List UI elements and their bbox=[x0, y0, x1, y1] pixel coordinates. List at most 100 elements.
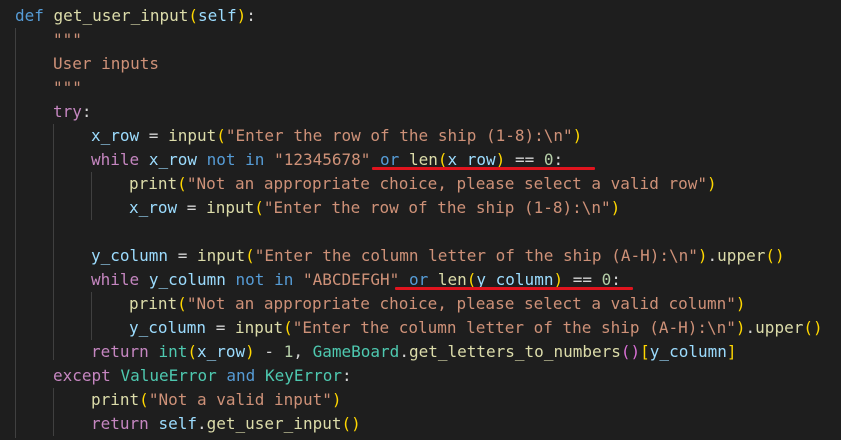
bracket: ] bbox=[726, 342, 737, 361]
code-line-11[interactable]: y_column = input("Enter the column lette… bbox=[91, 244, 785, 268]
docstring: """ bbox=[53, 78, 82, 97]
paren: ) bbox=[774, 246, 785, 265]
code-line-3[interactable]: User inputs bbox=[53, 52, 159, 76]
paren: ( bbox=[177, 294, 187, 313]
paren: ( bbox=[245, 246, 255, 265]
operator: = bbox=[168, 246, 197, 265]
bracket: [ bbox=[640, 342, 650, 361]
class-name: GameBoard bbox=[312, 342, 400, 361]
dot: . bbox=[196, 414, 207, 433]
indent-guide bbox=[91, 292, 92, 340]
keyword-return: return bbox=[91, 342, 149, 361]
colon: : bbox=[342, 366, 352, 385]
paren: ( bbox=[139, 390, 149, 409]
string: "Enter the column letter of the ship (A-… bbox=[292, 318, 736, 337]
code-line-18[interactable]: return self.get_user_input() bbox=[91, 412, 361, 436]
variable: x_row bbox=[196, 342, 246, 361]
indent-guide bbox=[53, 388, 54, 436]
paren: ) bbox=[610, 198, 621, 217]
keyword-while: while bbox=[91, 150, 140, 169]
keyword-not: not bbox=[235, 270, 265, 289]
docstring: """ bbox=[53, 30, 82, 49]
paren: ) bbox=[236, 6, 247, 25]
dot: . bbox=[707, 246, 718, 265]
paren: ) bbox=[735, 294, 746, 313]
paren: ( bbox=[177, 174, 187, 193]
code-line-9[interactable]: x_row = input("Enter the row of the ship… bbox=[129, 196, 620, 220]
param-self: self bbox=[158, 414, 197, 433]
paren: ( bbox=[216, 126, 226, 145]
exception-class: ValueError bbox=[120, 366, 217, 385]
function-call: input bbox=[196, 246, 246, 265]
colon: : bbox=[81, 102, 92, 121]
paren: ( bbox=[341, 414, 352, 433]
operator: = bbox=[139, 126, 169, 145]
paren: ) bbox=[351, 414, 361, 433]
method-call: get_letters_to_numbers bbox=[408, 342, 621, 361]
indent-guide bbox=[91, 172, 92, 220]
function-call: input bbox=[168, 126, 217, 145]
code-line-16[interactable]: except ValueError and KeyError: bbox=[53, 364, 352, 388]
variable: x_row bbox=[129, 198, 178, 217]
code-line-6[interactable]: x_row = input("Enter the row of the ship… bbox=[91, 124, 582, 148]
function-call: print bbox=[129, 294, 178, 313]
keyword-in: in bbox=[245, 150, 265, 169]
variable: y_column bbox=[148, 270, 226, 289]
paren: ) bbox=[331, 390, 342, 409]
function-call: print bbox=[91, 390, 140, 409]
code-editor[interactable]: def get_user_input(self): """ User input… bbox=[0, 0, 841, 440]
keyword-not: not bbox=[206, 150, 236, 169]
code-line-14[interactable]: y_column = input("Enter the column lette… bbox=[129, 316, 823, 340]
indent-guide bbox=[15, 28, 16, 438]
function-call: input bbox=[206, 198, 255, 217]
string: "Enter the column letter of the ship (A-… bbox=[254, 246, 698, 265]
string: "Not an appropriate choice, please selec… bbox=[186, 294, 736, 313]
function-call: input bbox=[234, 318, 284, 337]
colon: : bbox=[246, 6, 256, 25]
paren: ( bbox=[765, 246, 775, 265]
variable: y_column bbox=[91, 246, 169, 265]
paren: ) bbox=[572, 126, 583, 145]
comma: , bbox=[293, 342, 313, 361]
string: "12345678" bbox=[274, 150, 371, 169]
annotation-underline bbox=[395, 287, 633, 290]
string: "ABCDEFGH" bbox=[302, 270, 400, 289]
keyword-and: and bbox=[226, 366, 256, 385]
keyword-return: return bbox=[91, 414, 149, 433]
paren: ( bbox=[620, 342, 631, 361]
code-line-17[interactable]: print("Not a valid input") bbox=[91, 388, 341, 412]
string: "Not an appropriate choice, please selec… bbox=[186, 174, 707, 193]
annotation-underline bbox=[372, 167, 595, 170]
string: "Enter the row of the ship (1-8):\n" bbox=[263, 198, 611, 217]
code-line-5[interactable]: try: bbox=[53, 100, 92, 124]
paren: ( bbox=[188, 6, 199, 25]
function-call: print bbox=[129, 174, 178, 193]
code-line-15[interactable]: return int(x_row) - 1, GameBoard.get_let… bbox=[91, 340, 737, 364]
code-line-1[interactable]: def get_user_input(self): bbox=[15, 4, 256, 28]
code-line-4[interactable]: """ bbox=[53, 76, 82, 100]
indent-guide bbox=[53, 124, 54, 360]
variable: x_row bbox=[148, 150, 197, 169]
variable: y_column bbox=[129, 318, 207, 337]
paren: ) bbox=[245, 342, 255, 361]
code-line-13[interactable]: print("Not an appropriate choice, please… bbox=[129, 292, 746, 316]
code-line-2[interactable]: """ bbox=[53, 28, 82, 52]
operator: = bbox=[177, 198, 207, 217]
method-call: upper bbox=[717, 246, 766, 265]
number: 1 bbox=[283, 342, 294, 361]
paren: ) bbox=[630, 342, 641, 361]
string: "Enter the row of the ship (1-8):\n" bbox=[225, 126, 573, 145]
keyword-except: except bbox=[53, 366, 111, 385]
exception-class: KeyError bbox=[264, 366, 343, 385]
paren: ) bbox=[697, 246, 708, 265]
code-line-8[interactable]: print("Not an appropriate choice, please… bbox=[129, 172, 717, 196]
keyword-def: def bbox=[15, 6, 44, 25]
string: "Not a valid input" bbox=[148, 390, 332, 409]
method-call: get_user_input bbox=[206, 414, 342, 433]
paren: ( bbox=[283, 318, 293, 337]
docstring: User inputs bbox=[53, 54, 159, 73]
keyword-in: in bbox=[274, 270, 294, 289]
variable: y_column bbox=[649, 342, 727, 361]
operator: - bbox=[254, 342, 284, 361]
function-name: get_user_input bbox=[53, 6, 189, 25]
